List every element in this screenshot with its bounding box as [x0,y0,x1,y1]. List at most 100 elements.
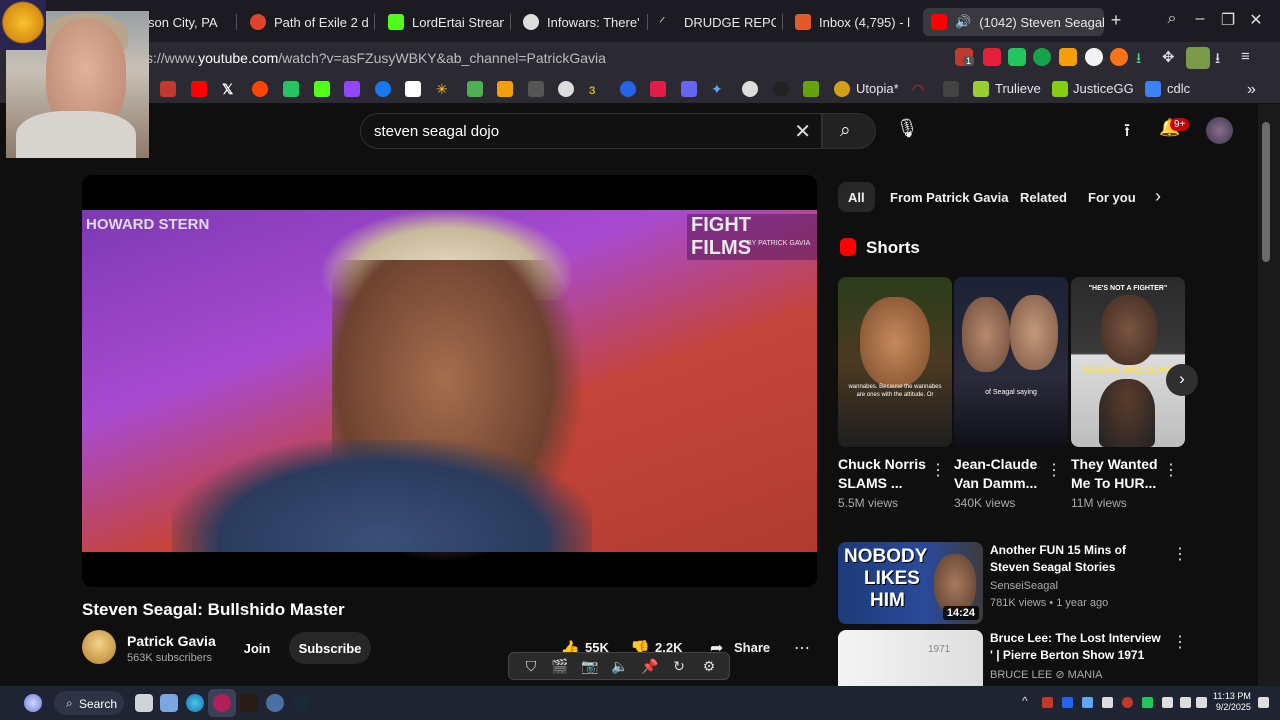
steam-icon[interactable] [292,694,310,712]
share-button[interactable]: Share [734,640,770,655]
trulieve-bookmark-icon[interactable] [973,81,989,97]
chip-for-you[interactable]: For you [1078,182,1146,212]
extension-icon[interactable] [1110,48,1128,66]
channel-avatar[interactable] [82,630,116,664]
related-channel[interactable]: SenseiSeagal [990,580,1058,592]
bookmark-utopia[interactable]: Utopia* [856,81,899,96]
edge-icon[interactable] [186,694,204,712]
network-icon[interactable] [1180,697,1191,708]
extension-icon[interactable] [1008,48,1026,66]
bookmark-icon[interactable] [497,81,513,97]
scrollbar-track[interactable] [1258,104,1280,686]
utopia-bookmark-icon[interactable] [834,81,850,97]
url-field[interactable]: s://www.youtube.com/watch?v=asFZusyWBKY&… [146,50,606,66]
download-icon[interactable]: ⭳ [1136,48,1154,67]
restore-button[interactable]: ❐ [1218,10,1238,30]
video-frame[interactable]: HOWARD STERN FIGHT FILMS BY PATRICK GAVI… [82,210,817,560]
related-menu-icon[interactable]: ⋮ [1172,632,1188,652]
tab-path-of-exile[interactable]: Path of Exile 2 de [250,8,368,36]
bookmark-icon[interactable] [943,81,959,97]
clock[interactable]: 11:13 PM 9/2/2025 [1213,691,1251,713]
speaker-tray-icon[interactable] [1196,697,1207,708]
tray-overflow-icon[interactable]: ^ [1022,694,1028,708]
tab-inbox[interactable]: Inbox (4,795) - l [795,8,913,36]
channel-name[interactable]: Patrick Gavia [127,633,216,649]
task-view-icon[interactable] [135,694,153,712]
short-title[interactable]: They Wanted Me To HUR... [1071,455,1161,493]
search-button[interactable]: ⌕ [822,113,876,149]
camera-icon[interactable]: 📷 [581,658,598,675]
notification-center-icon[interactable] [1258,697,1269,708]
bookmark-icon[interactable] [160,81,176,97]
clapper-icon[interactable]: 🎬 [551,658,568,675]
bookmark-icon[interactable] [803,81,819,97]
extension-icon[interactable] [983,48,1001,66]
related-channel[interactable]: BRUCE LEE ⊘ MANIA [990,668,1103,681]
short-thumbnail[interactable]: wannabes. Because the wannabes are ones … [838,277,952,447]
nvidia-icon[interactable] [1142,697,1153,708]
bookmarks-overflow-icon[interactable]: » [1247,81,1256,99]
bluetooth-icon[interactable] [1082,697,1093,708]
walmart-bookmark-icon[interactable]: ✳ [436,81,452,97]
tray-icon[interactable] [1062,697,1073,708]
amazon-bookmark-icon[interactable] [405,81,421,97]
taskbar-search[interactable]: ⌕ Search [54,691,124,715]
related-thumbnail[interactable]: NOBODY LIKES HIM 14:24 [838,542,983,624]
short-thumbnail[interactable]: of Seagal saying [954,277,1068,447]
tab-youtube-active[interactable]: 🔊 (1042) Steven Seagal [923,8,1104,36]
speaker-icon[interactable]: 🔊 [955,14,971,30]
tray-icon[interactable] [1042,697,1053,708]
extension-icon[interactable] [1033,48,1051,66]
bookmark-icon[interactable] [650,81,666,97]
speaker-icon[interactable]: 🔈 [611,658,628,675]
mic-icon[interactable]: 🎙 [893,118,921,146]
bookmark-icon[interactable] [528,81,544,97]
downloads-icon[interactable]: ⭳ [1215,48,1233,67]
game-app-icon[interactable] [240,694,258,712]
short-title[interactable]: Chuck Norris SLAMS ... [838,455,928,493]
facebook-bookmark-icon[interactable] [375,81,391,97]
bookmark-icon[interactable] [773,81,789,97]
upload-icon[interactable]: ⭱ [1115,118,1139,142]
gemini-bookmark-icon[interactable]: ✦ [711,81,727,97]
related-title[interactable]: Bruce Lee: The Lost Interview ' | Pierre… [990,630,1162,664]
tray-icon[interactable] [1122,697,1133,708]
tab-search-icon[interactable]: ⌕ [1162,10,1182,28]
bookmark-icon[interactable] [467,81,483,97]
chip-related[interactable]: Related [1010,182,1077,212]
short-thumbnail[interactable]: "HE'S NOT A FIGHTER" "SEAGAL WAS SCARE [1071,277,1185,447]
bookmark-justicegg[interactable]: JusticeGG [1073,81,1134,96]
chip-all[interactable]: All [838,182,875,212]
extension-icon[interactable] [1085,48,1103,66]
menu-icon[interactable]: ≡ [1241,48,1259,66]
shield-icon[interactable]: ⛉ [523,658,539,675]
justicegg-bookmark-icon[interactable] [1052,81,1068,97]
files-icon[interactable] [160,694,178,712]
volume-icon[interactable] [1162,697,1173,708]
subscribe-button[interactable]: Subscribe [289,632,371,664]
bookmark-icon[interactable] [620,81,636,97]
cdlc-bookmark-icon[interactable] [1145,81,1161,97]
kick-bookmark-icon[interactable] [314,81,330,97]
pin-icon[interactable]: 📌 [641,658,658,675]
x-bookmark-icon[interactable]: 𝕏 [222,81,238,97]
start-alien-icon[interactable] [24,694,42,712]
bookmark-icon[interactable] [681,81,697,97]
bookmark-icon[interactable] [558,81,574,97]
bookmark-icon[interactable] [742,81,758,97]
more-actions-icon[interactable]: ⋯ [794,638,810,658]
close-window-button[interactable]: ✕ [1246,10,1266,30]
chip-from-patrick-gavia[interactable]: From Patrick Gavia [880,182,1019,212]
refresh-icon[interactable]: ↻ [671,658,687,675]
settings-app-icon[interactable] [266,694,284,712]
shorts-next-icon[interactable]: › [1166,364,1198,396]
chevron-right-icon[interactable]: › [1155,186,1161,207]
youtube-bookmark-icon[interactable] [191,81,207,97]
tray-icon[interactable] [1102,697,1113,708]
extension-icon[interactable] [1059,48,1077,66]
short-menu-icon[interactable]: ⋮ [1163,460,1179,480]
search-input[interactable]: steven seagal dojo ✕ [360,113,822,149]
new-tab-button[interactable]: + [1106,10,1126,31]
tab-infowars[interactable]: Infowars: There' [523,8,641,36]
browser-app-icon[interactable] [213,694,231,712]
